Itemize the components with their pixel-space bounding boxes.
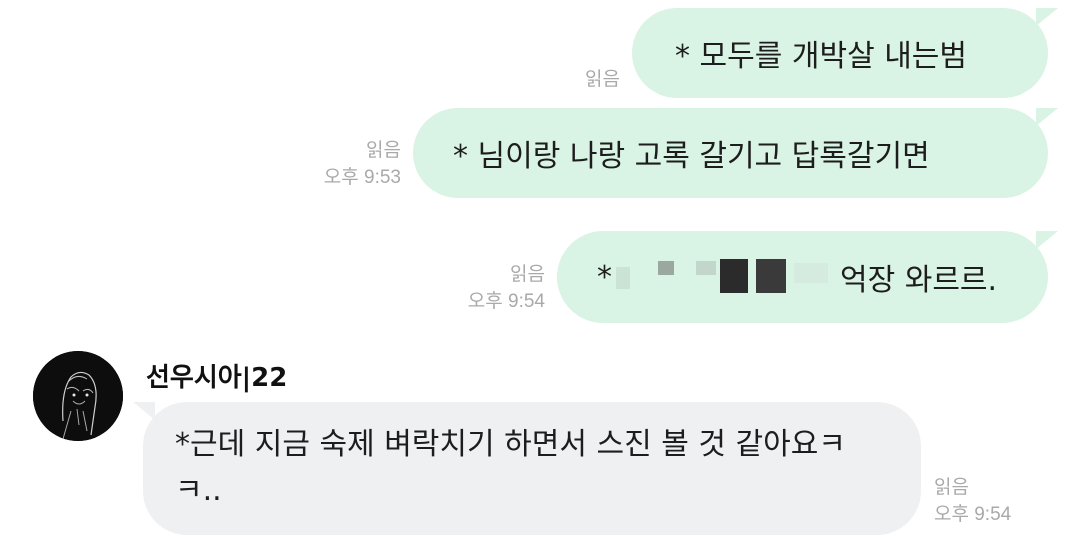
- censor-block: [720, 259, 748, 293]
- censored-text: [616, 257, 834, 297]
- avatar-illustration: [33, 351, 123, 441]
- censor-block: [658, 261, 674, 275]
- read-receipt: 읽음: [585, 69, 620, 90]
- message-meta: 읽음 오후 9:54: [934, 474, 1044, 528]
- censor-block: [696, 261, 716, 275]
- message-suffix: 억장 와르르.: [840, 263, 998, 298]
- outgoing-message-bubble[interactable]: * 억장 와르르.: [557, 231, 1058, 323]
- message-meta: 읽음 오후 9:54: [440, 261, 545, 315]
- avatar[interactable]: [33, 351, 123, 441]
- read-receipt: 읽음: [510, 264, 545, 285]
- censor-block: [616, 267, 630, 289]
- censor-block: [794, 263, 828, 283]
- message-prefix: *: [597, 259, 612, 295]
- message-meta: 읽음 오후 9:53: [300, 137, 401, 191]
- message-text: * 모두를 개박살 내는범: [675, 39, 968, 74]
- timestamp: 오후 9:53: [323, 167, 401, 188]
- message-text: * 님이랑 나랑 고록 갈기고 답록갈기면: [453, 139, 930, 174]
- incoming-message-bubble[interactable]: *근데 지금 숙제 벼락치기 하면서 스진 볼 것 같아요ㅋㅋ..: [133, 402, 921, 535]
- outgoing-message-bubble[interactable]: * 님이랑 나랑 고록 갈기고 답록갈기면: [413, 108, 1058, 198]
- outgoing-message-bubble[interactable]: * 모두를 개박살 내는범: [632, 8, 1058, 98]
- read-receipt: 읽음: [366, 140, 401, 161]
- read-receipt: 읽음: [934, 477, 969, 498]
- censor-block: [756, 259, 786, 293]
- timestamp: 오후 9:54: [934, 504, 1012, 525]
- message-text: *근데 지금 숙제 벼락치기 하면서 스진 볼 것 같아요ㅋㅋ..: [175, 427, 846, 508]
- sender-name[interactable]: 선우시아|22: [146, 357, 287, 394]
- timestamp: 오후 9:54: [467, 291, 545, 312]
- message-meta: 읽음: [540, 66, 620, 93]
